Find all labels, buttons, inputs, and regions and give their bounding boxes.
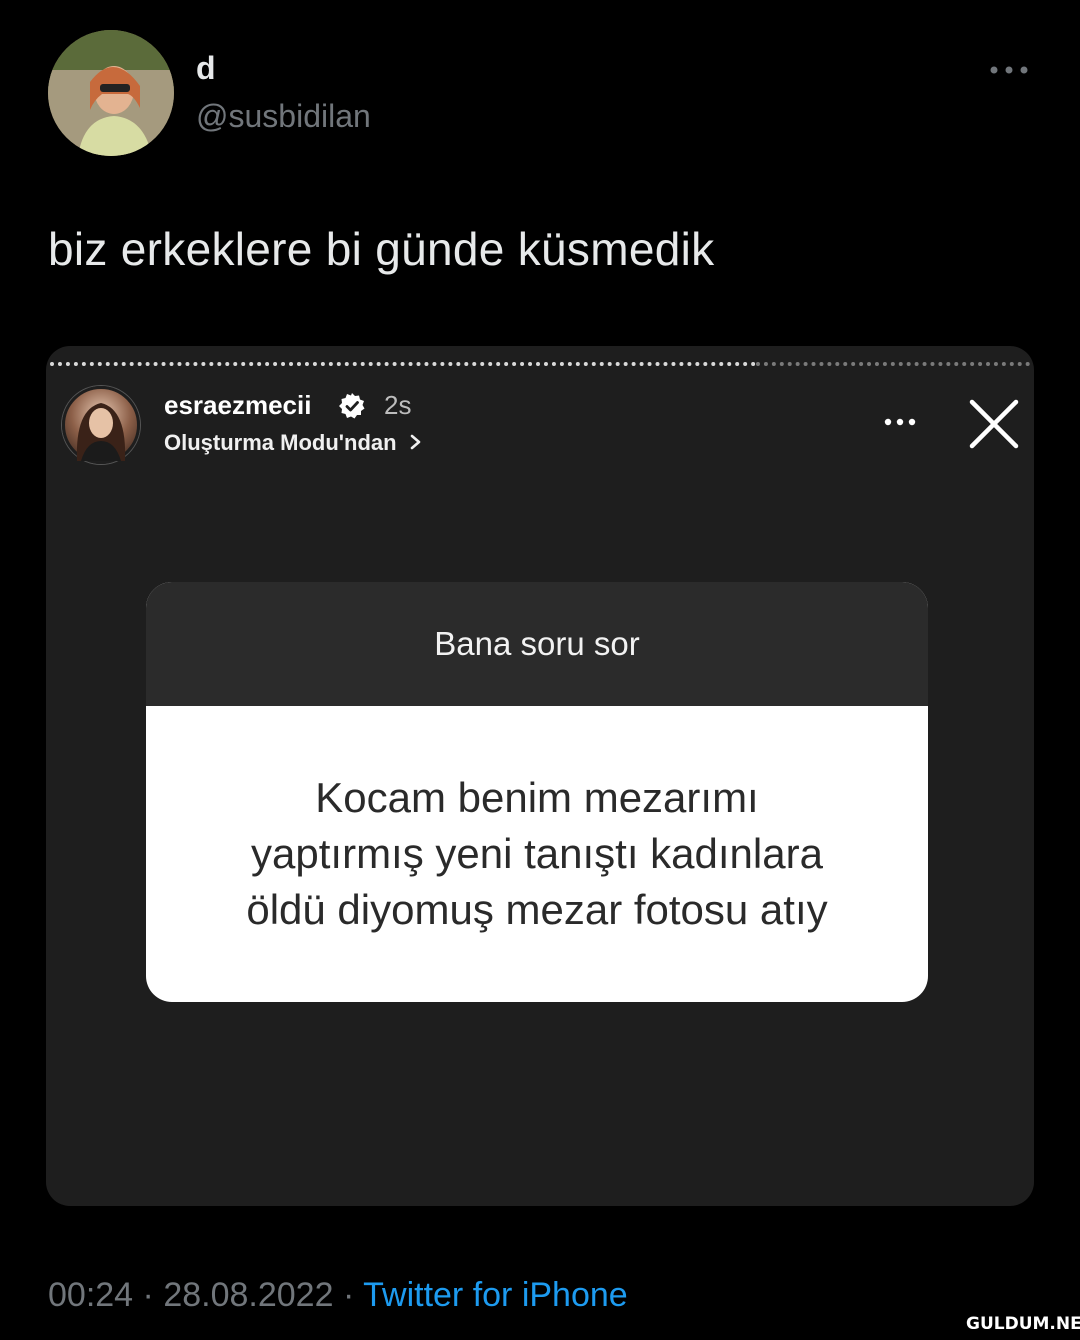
display-name[interactable]: d [196, 50, 216, 87]
more-horizontal-icon [990, 66, 1028, 74]
tweet-meta: 00:24 · 28.08.2022 · Twitter for iPhone [48, 1276, 628, 1315]
user-handle[interactable]: @susbidilan [196, 98, 371, 135]
question-line: öldü diyomuş mezar fotosu atıy [246, 886, 828, 933]
close-icon[interactable] [964, 394, 1024, 454]
story-subtitle-label: Oluşturma Modu'ndan [164, 430, 397, 455]
more-options-button[interactable] [984, 50, 1034, 90]
meta-separator: · [342, 1276, 355, 1314]
story-progress-done [50, 362, 756, 366]
author-avatar[interactable] [48, 30, 174, 156]
question-line: yaptırmış yeni tanıştı kadınlara [251, 830, 823, 877]
question-sticker: Bana soru sor Kocam benim mezarımı yaptı… [146, 582, 928, 1002]
story-progress-remaining [755, 362, 1030, 366]
meta-separator: · [142, 1276, 154, 1314]
question-sticker-body: Kocam benim mezarımı yaptırmış yeni tanı… [146, 706, 928, 1002]
watermark: GULDUM.NET [966, 1314, 1080, 1334]
tweet-date[interactable]: 28.08.2022 [163, 1276, 333, 1314]
chevron-right-icon [410, 434, 420, 450]
story-more-button[interactable] [878, 410, 922, 434]
avatar-photo [48, 30, 174, 156]
tweet-text: biz erkeklere bi günde küsmedik [48, 223, 715, 275]
question-sticker-header: Bana soru sor [146, 582, 928, 706]
verified-badge-icon [339, 393, 365, 419]
tweet-time[interactable]: 00:24 [48, 1276, 133, 1314]
story-time: 2s [384, 390, 412, 420]
story-username[interactable]: esraezmecii [164, 390, 311, 421]
story-subtitle[interactable]: Oluşturma Modu'ndan [164, 430, 423, 456]
tweet-source-link[interactable]: Twitter for iPhone [363, 1276, 628, 1314]
more-horizontal-icon [884, 418, 916, 426]
story-avatar[interactable] [62, 386, 140, 464]
question-line: Kocam benim mezarımı [315, 774, 759, 821]
story-avatar-photo [76, 403, 126, 461]
story-progress-bar [50, 362, 1030, 366]
story-screenshot[interactable]: esraezmecii 2s Oluşturma Modu'ndan Bana … [46, 346, 1034, 1206]
